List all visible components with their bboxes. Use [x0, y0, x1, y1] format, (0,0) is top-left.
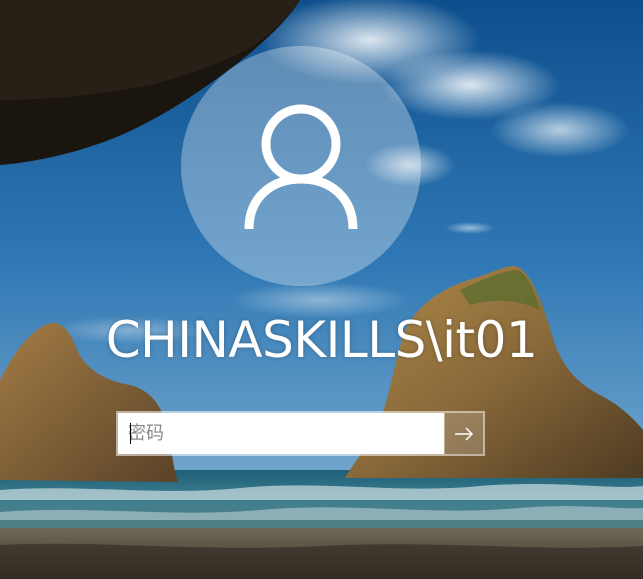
arrow-right-icon [455, 426, 474, 441]
account-name: CHINASKILLS\it01 [105, 311, 538, 369]
text-caret [130, 423, 131, 444]
user-silhouette-icon [244, 104, 358, 230]
sign-in-button[interactable] [444, 413, 483, 454]
lock-screen: CHINASKILLS\it01 [0, 0, 643, 579]
user-avatar [181, 46, 421, 286]
password-box [116, 411, 485, 456]
password-input[interactable] [118, 413, 444, 454]
